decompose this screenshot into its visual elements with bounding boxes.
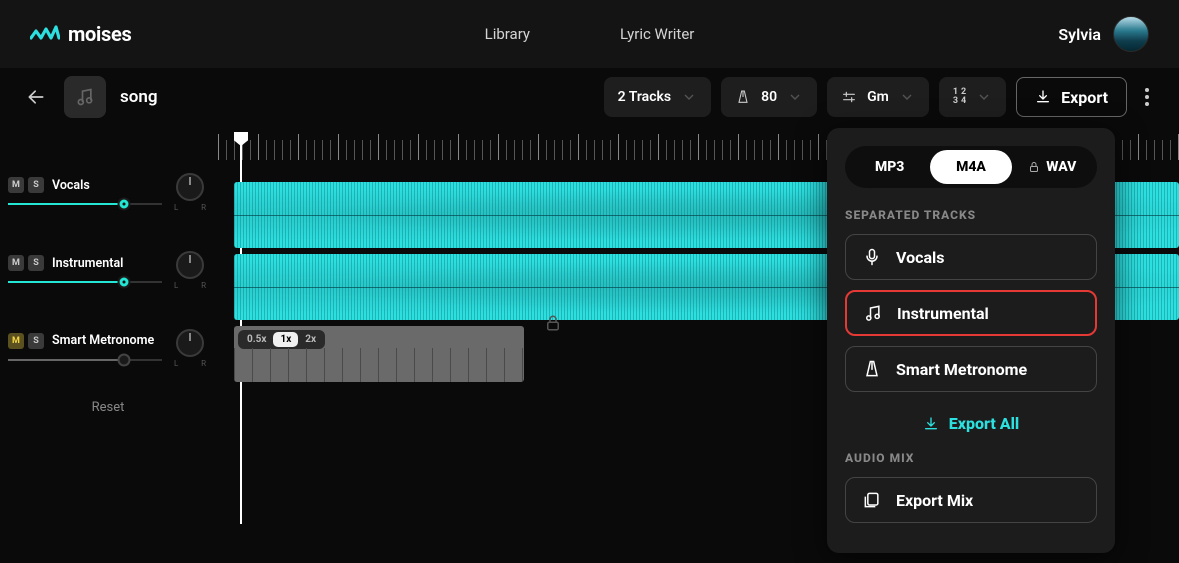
export-popover: MP3 M4A WAV SEPARATED TRACKS Vocals Inst… [827,128,1115,553]
metronome-icon [735,89,751,105]
timesig-value: 12 34 [953,88,966,106]
speed-two[interactable]: 2x [298,332,323,347]
track-label: Instrumental [52,256,123,271]
user-name: Sylvia [1058,25,1101,44]
track-label: Smart Metronome [52,334,154,348]
export-vocals-label: Vocals [896,248,944,267]
volume-slider[interactable] [8,203,162,205]
nav-center: Library Lyric Writer [485,25,695,43]
song-title: song [120,87,158,107]
top-bar: moises Library Lyric Writer Sylvia [0,0,1179,68]
speed-half[interactable]: 0.5x [240,332,273,347]
volume-slider[interactable] [8,281,162,283]
track-label: Vocals [52,178,90,193]
chevron-down-icon [787,89,803,105]
nav-library[interactable]: Library [485,25,530,43]
track-row-metronome: M S Smart Metronome LR [8,322,208,372]
nav-lyric-writer[interactable]: Lyric Writer [620,25,694,43]
lock-icon [1028,161,1040,173]
speed-one[interactable]: 1x [273,332,298,347]
track-row-vocals: M S Vocals LR [8,166,208,216]
separated-heading: SEPARATED TRACKS [845,208,1097,222]
solo-button[interactable]: S [28,255,44,271]
export-metronome-button[interactable]: Smart Metronome [845,346,1097,392]
export-instrumental-label: Instrumental [897,304,989,323]
pan-knob[interactable]: LR [172,329,208,365]
solo-button[interactable]: S [28,177,44,193]
speed-selector: 0.5x 1x 2x [238,330,325,349]
tracks-dropdown[interactable]: 2 Tracks [604,77,711,117]
mixer-panel: M S Vocals LR M [0,126,218,563]
volume-slider[interactable] [8,359,162,361]
export-button[interactable]: Export [1016,77,1127,117]
layers-icon [862,490,882,510]
chevron-down-icon [976,89,992,105]
tracks-dropdown-label: 2 Tracks [618,89,671,105]
tempo-dropdown[interactable]: 80 [721,77,817,117]
export-mix-label: Export Mix [896,491,973,510]
export-vocals-button[interactable]: Vocals [845,234,1097,280]
pan-knob[interactable]: LR [172,173,208,209]
mute-button[interactable]: M [8,177,24,193]
mute-button[interactable]: M [8,255,24,271]
format-m4a[interactable]: M4A [930,150,1011,184]
format-selector: MP3 M4A WAV [845,146,1097,188]
reset-button[interactable]: Reset [8,400,208,415]
mute-button[interactable]: M [8,333,24,349]
export-instrumental-button[interactable]: Instrumental [845,290,1097,336]
back-arrow-icon[interactable] [22,83,50,111]
audio-mix-heading: AUDIO MIX [845,451,1097,465]
pan-knob[interactable]: LR [172,251,208,287]
export-all-label: Export All [949,414,1019,433]
download-icon [923,416,939,432]
user-area: Sylvia [1058,16,1149,52]
format-wav[interactable]: WAV [1012,150,1093,184]
chevron-down-icon [681,89,697,105]
logo-text: moises [68,22,131,46]
timesig-dropdown[interactable]: 12 34 [939,77,1006,117]
waveform-metronome[interactable]: 0.5x 1x 2x [234,326,524,382]
avatar[interactable] [1113,16,1149,52]
download-icon [1035,89,1051,105]
solo-button[interactable]: S [28,333,44,349]
export-metronome-label: Smart Metronome [896,360,1027,379]
logo[interactable]: moises [30,22,131,46]
export-button-label: Export [1061,88,1108,107]
microphone-icon [862,247,882,267]
format-mp3[interactable]: MP3 [849,150,930,184]
chevron-down-icon [899,89,915,105]
tempo-value: 80 [761,89,777,105]
metronome-icon [862,359,882,379]
song-toolbar: song 2 Tracks 80 Gm 12 34 [0,68,1179,126]
export-mix-button[interactable]: Export Mix [845,477,1097,523]
more-menu-icon[interactable] [1137,80,1157,114]
key-dropdown[interactable]: Gm [827,77,929,117]
export-all-button[interactable]: Export All [845,402,1097,451]
track-row-instrumental: M S Instrumental LR [8,244,208,294]
tuning-icon [841,89,857,105]
song-thumbnail [64,76,106,118]
logo-icon [30,23,60,45]
lock-icon [544,314,562,332]
key-value: Gm [867,89,889,105]
music-note-icon [863,303,883,323]
